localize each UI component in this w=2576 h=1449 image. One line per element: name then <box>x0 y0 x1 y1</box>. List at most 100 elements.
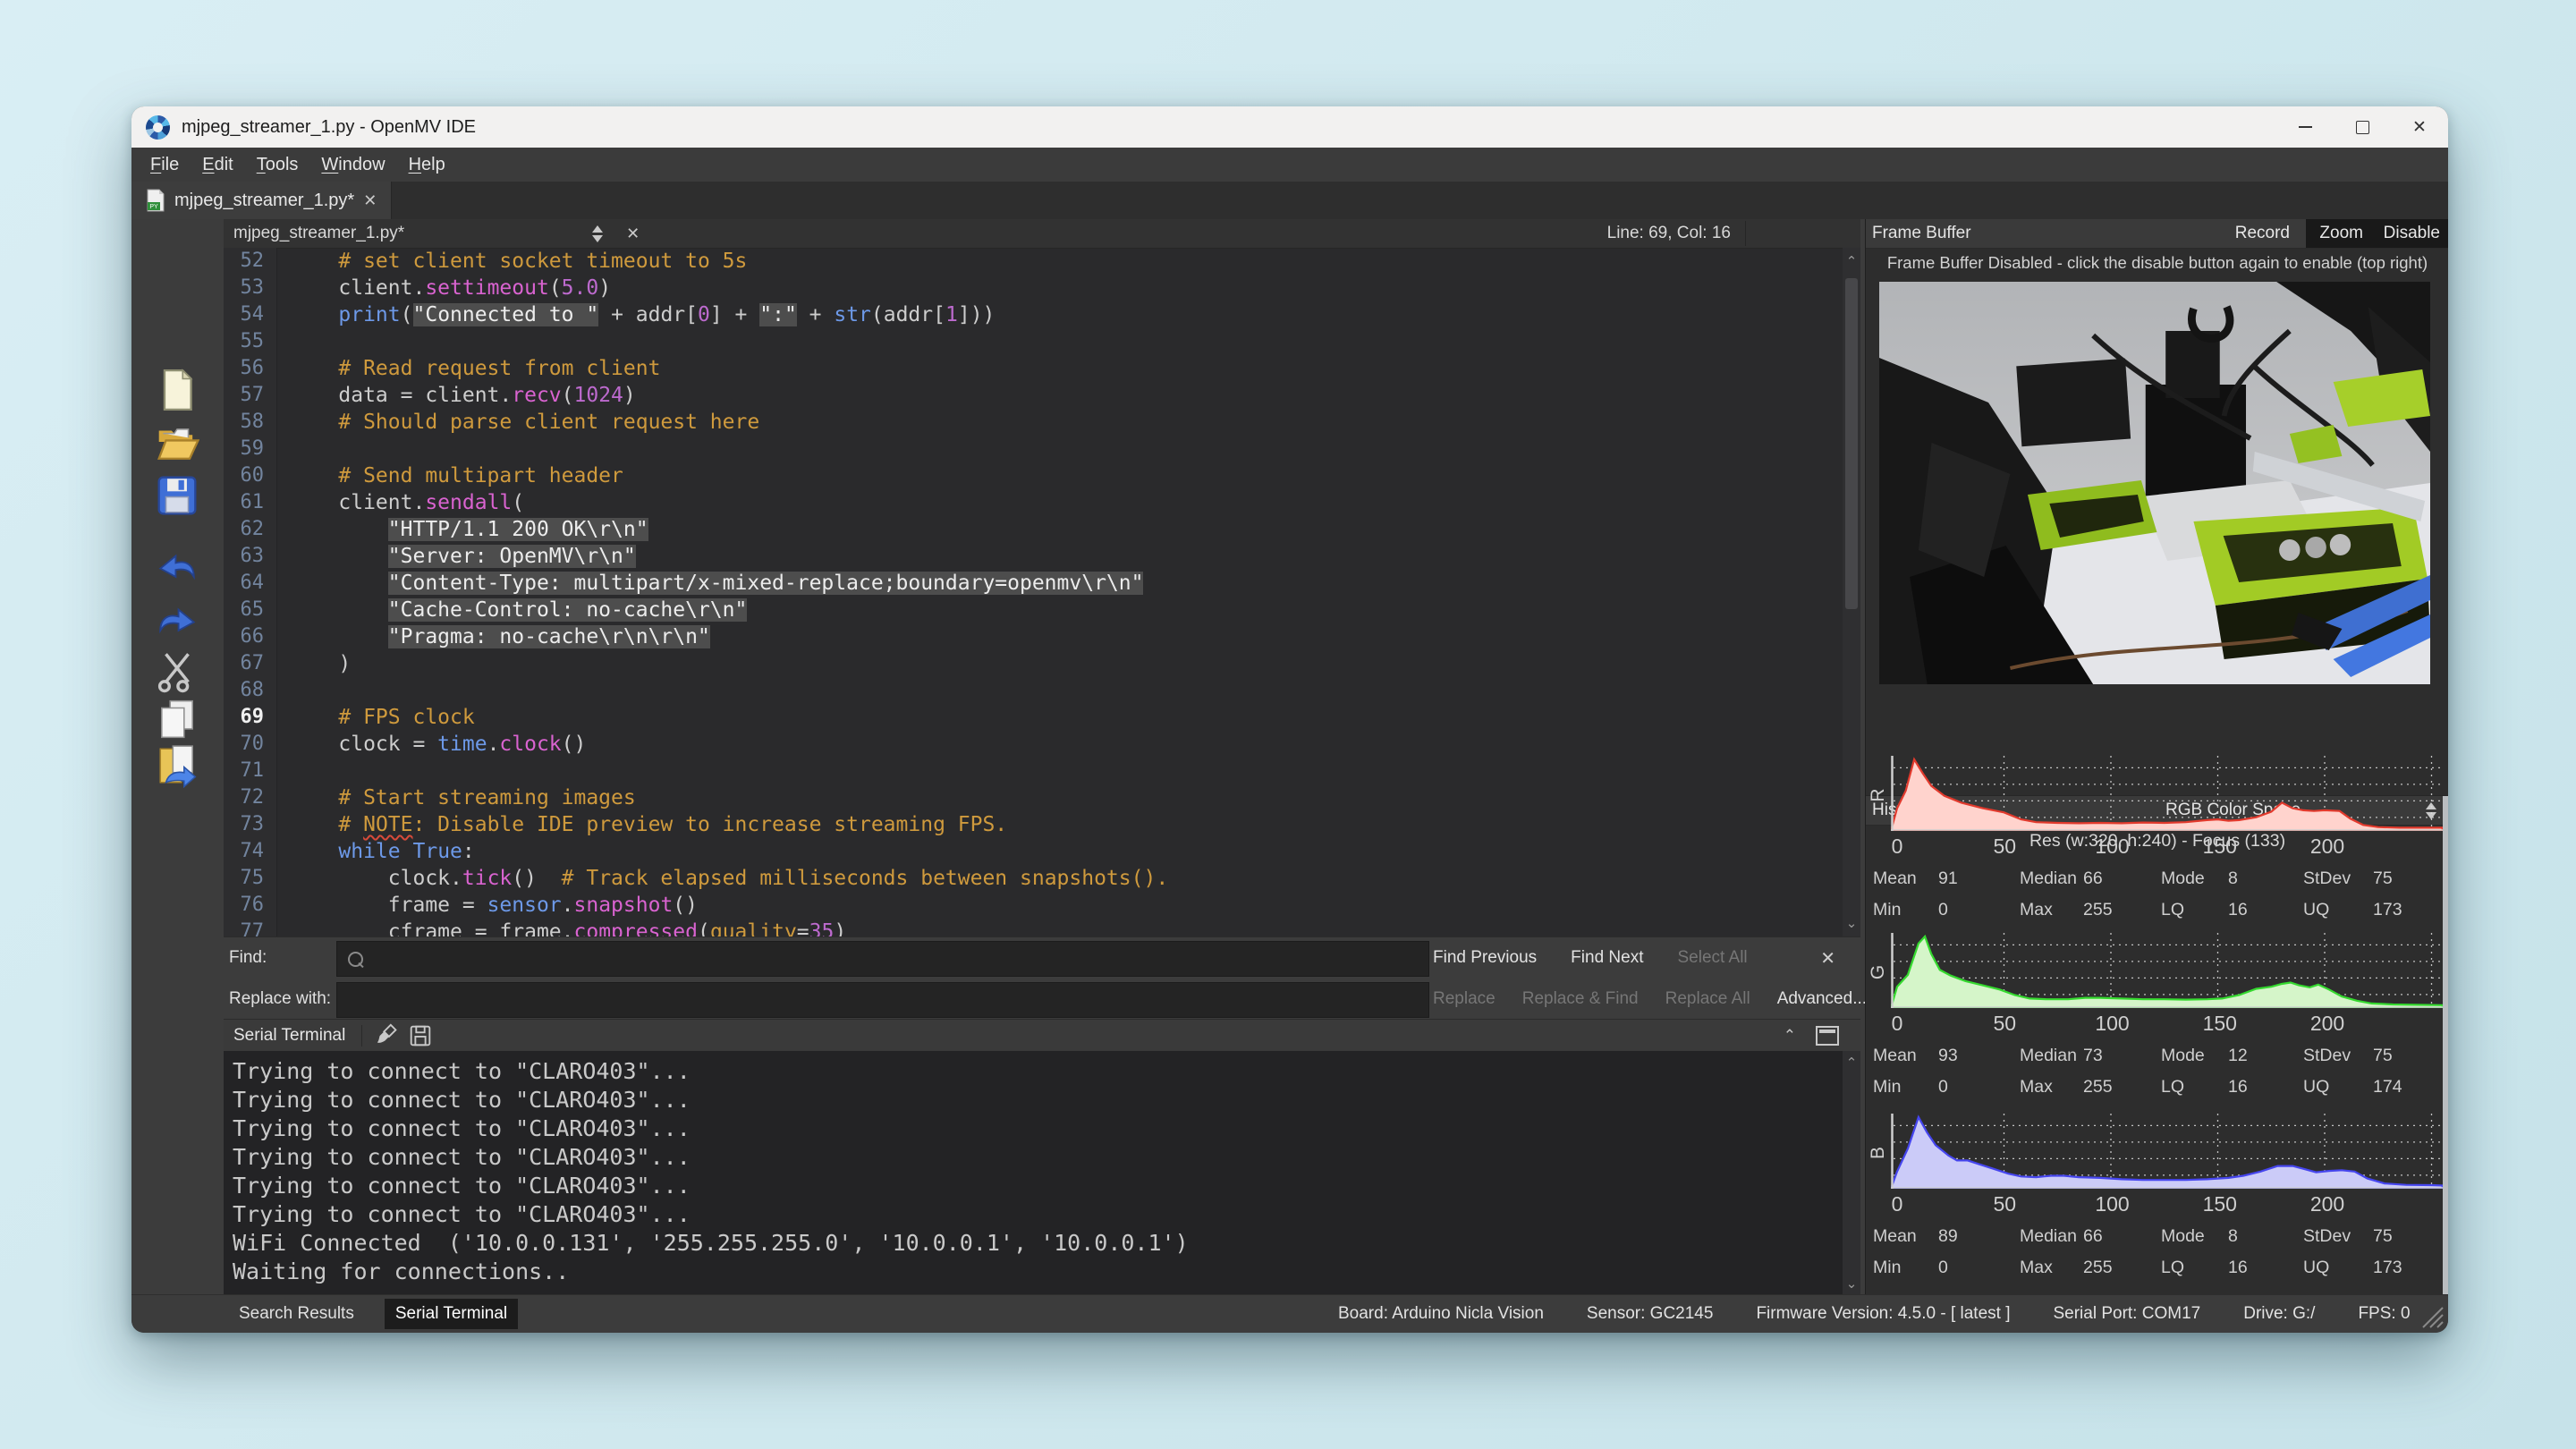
stat-label: Min <box>1873 900 1901 920</box>
status-item-serial-port: Serial Port: COM17 <box>2053 1304 2200 1324</box>
scroll-down-icon[interactable]: ⌄ <box>1843 915 1860 931</box>
frame-buffer-disabled-note: Frame Buffer Disabled - click the disabl… <box>1866 253 2448 273</box>
menu-window[interactable]: Window <box>309 155 396 175</box>
tick-label: 0 <box>1872 1192 1922 1216</box>
code-line-71: 71 <box>224 758 1843 784</box>
find-input[interactable] <box>336 941 1429 977</box>
status-tab-search-results[interactable]: Search Results <box>228 1299 365 1329</box>
find-close-icon[interactable]: ✕ <box>1820 937 1835 979</box>
symbol-selector-updown-icon[interactable] <box>592 225 603 242</box>
menu-file[interactable]: File <box>139 155 191 175</box>
select-all-button[interactable]: Select All <box>1677 948 1747 968</box>
editor-tab-bar: PY mjpeg_streamer_1.py* ✕ <box>131 182 2448 219</box>
stat-label: Mode <box>2161 869 2205 889</box>
menu-bar: FileEditToolsWindowHelp <box>131 148 2448 182</box>
panel-scrollbar[interactable] <box>2443 796 2448 1295</box>
redo-icon[interactable] <box>155 598 199 643</box>
record-button[interactable]: Record <box>2235 219 2290 248</box>
stat-value: 75 <box>2373 1226 2393 1247</box>
code-line-73: 73 # NOTE: Disable IDE preview to increa… <box>224 811 1843 838</box>
undo-icon[interactable] <box>155 545 199 589</box>
open-file-icon[interactable] <box>155 419 199 464</box>
breadcrumb-close-icon[interactable]: ✕ <box>626 225 640 243</box>
stat-value: 75 <box>2373 1046 2393 1066</box>
frame-buffer-image <box>1879 282 2430 684</box>
breadcrumb-filename[interactable]: mjpeg_streamer_1.py* <box>233 224 404 243</box>
code-line-70: 70 clock = time.clock() <box>224 731 1843 758</box>
popout-terminal-icon[interactable] <box>1816 1026 1839 1046</box>
tick-label: 200 <box>2302 1012 2352 1036</box>
menu-help[interactable]: Help <box>397 155 457 175</box>
terminal-scrollbar[interactable]: ⌃ ⌄ <box>1843 1051 1860 1295</box>
stat-label: Min <box>1873 1258 1901 1278</box>
code-line-61: 61 client.sendall( <box>224 489 1843 516</box>
copy-icon[interactable] <box>155 697 199 741</box>
title-bar[interactable]: mjpeg_streamer_1.py - OpenMV IDE ✕ <box>131 106 2448 148</box>
stat-value: 173 <box>2373 1258 2402 1278</box>
editor-region: mjpeg_streamer_1.py* ✕ Line: 69, Col: 16… <box>224 219 1860 1295</box>
code-line-67: 67 ) <box>224 650 1843 677</box>
close-button[interactable]: ✕ <box>2391 106 2448 148</box>
tab-mjpeg-streamer[interactable]: PY mjpeg_streamer_1.py* ✕ <box>131 182 392 219</box>
stats-row: Min0Max255LQ16UQ173 <box>1866 1258 2448 1283</box>
stats-row: Mean89Median66Mode8StDev75 <box>1866 1226 2448 1251</box>
clear-terminal-icon[interactable] <box>375 1022 402 1049</box>
disable-button[interactable]: Disable <box>2384 219 2440 248</box>
stat-label: StDev <box>2303 869 2351 889</box>
stat-value: 8 <box>2228 869 2238 889</box>
tab-close-icon[interactable]: ✕ <box>363 191 377 210</box>
code-line-65: 65 "Cache-Control: no-cache\r\n" <box>224 597 1843 623</box>
terminal-scroll-up-icon[interactable]: ⌃ <box>1843 1055 1860 1071</box>
frame-buffer-panel: Frame Buffer Record Zoom Disable Frame B… <box>1865 219 2448 1295</box>
find-next-button[interactable]: Find Next <box>1571 948 1643 968</box>
maximize-button[interactable] <box>2334 106 2391 148</box>
save-log-icon[interactable] <box>407 1022 434 1049</box>
stat-label: UQ <box>2303 1258 2329 1278</box>
code-line-52: 52 # set client socket timeout to 5s <box>224 248 1843 275</box>
save-file-icon[interactable] <box>155 473 199 518</box>
stat-label: UQ <box>2303 900 2329 920</box>
terminal-scroll-down-icon[interactable]: ⌄ <box>1843 1275 1860 1292</box>
x-axis-ticks-g: 050100150200 <box>1866 1012 2448 1037</box>
code-line-62: 62 "HTTP/1.1 200 OK\r\n" <box>224 516 1843 543</box>
terminal-title: Serial Terminal <box>233 1026 345 1046</box>
collapse-terminal-icon[interactable]: ⌃ <box>1784 1027 1796 1045</box>
menu-edit[interactable]: Edit <box>191 155 244 175</box>
zoom-button[interactable]: Zoom <box>2319 219 2363 248</box>
minimize-button[interactable] <box>2276 106 2334 148</box>
left-toolbar <box>131 219 225 1295</box>
advanced-button[interactable]: Advanced... <box>1777 989 1867 1009</box>
replace-input[interactable] <box>336 982 1429 1018</box>
editor-scrollbar-thumb[interactable] <box>1845 278 1858 609</box>
paste-icon[interactable] <box>155 743 199 788</box>
code-editor[interactable]: 52 # set client socket timeout to 5s53 c… <box>224 248 1843 936</box>
stats-row: Min0Max255LQ16UQ174 <box>1866 1077 2448 1102</box>
terminal-line: Trying to connect to "CLARO403"... <box>233 1114 691 1143</box>
x-axis-ticks-b: 050100150200 <box>1866 1192 2448 1217</box>
scroll-up-icon[interactable]: ⌃ <box>1843 253 1860 269</box>
openmv-ide-window: mjpeg_streamer_1.py - OpenMV IDE ✕ FileE… <box>131 106 2448 1333</box>
status-tab-serial-terminal[interactable]: Serial Terminal <box>385 1299 518 1329</box>
status-bar: Search ResultsSerial Terminal Board: Ard… <box>131 1294 2448 1333</box>
stat-value: 73 <box>2083 1046 2103 1066</box>
status-item-sensor: Sensor: GC2145 <box>1587 1304 1714 1324</box>
stat-value: 91 <box>1938 869 1958 889</box>
stat-label: Max <box>2020 1077 2053 1097</box>
menu-tools[interactable]: Tools <box>245 155 310 175</box>
replace-and-find-button[interactable]: Replace & Find <box>1522 989 1639 1009</box>
new-file-icon[interactable] <box>155 368 199 412</box>
stat-label: Mode <box>2161 1046 2205 1066</box>
editor-scrollbar[interactable]: ⌃ ⌄ <box>1843 248 1860 936</box>
cut-icon[interactable] <box>155 648 199 693</box>
resize-grip-icon[interactable] <box>2418 1302 2445 1329</box>
serial-terminal-output[interactable]: ⌃ ⌄ Trying to connect to "CLARO403"...Tr… <box>224 1051 1860 1295</box>
stat-label: StDev <box>2303 1226 2351 1247</box>
window-controls: ✕ <box>2276 106 2448 148</box>
stat-label: Median <box>2020 1226 2077 1247</box>
status-item-fps: FPS: 0 <box>2358 1304 2410 1324</box>
code-line-63: 63 "Server: OpenMV\r\n" <box>224 543 1843 570</box>
find-previous-button[interactable]: Find Previous <box>1433 948 1537 968</box>
replace-all-button[interactable]: Replace All <box>1665 989 1750 1009</box>
replace-button[interactable]: Replace <box>1433 989 1496 1009</box>
code-line-57: 57 data = client.recv(1024) <box>224 382 1843 409</box>
